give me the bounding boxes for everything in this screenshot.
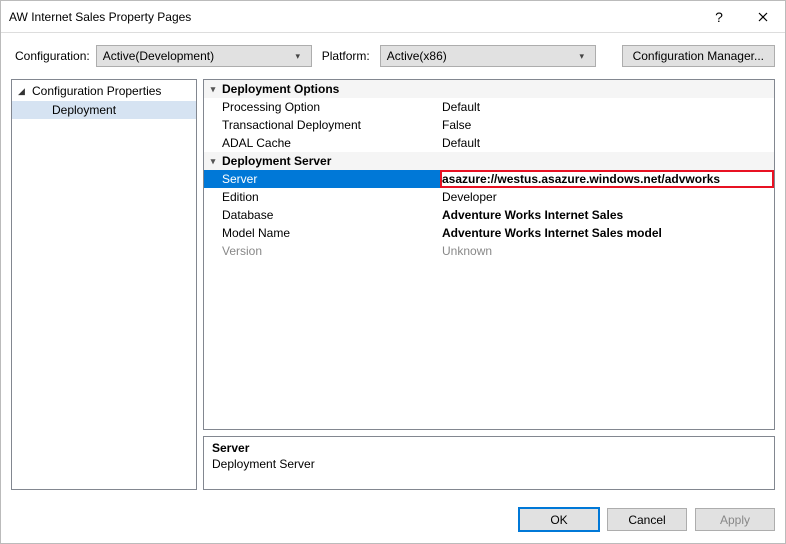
platform-dropdown[interactable]: Active(x86) ▾ [380, 45, 596, 67]
ok-button[interactable]: OK [519, 508, 599, 531]
configuration-label: Configuration: [15, 49, 90, 63]
prop-edition[interactable]: Edition Developer [204, 188, 774, 206]
tree-collapse-icon[interactable]: ◢ [18, 86, 28, 97]
prop-value: Adventure Works Internet Sales [442, 208, 623, 222]
prop-name: Server [222, 172, 257, 186]
prop-name: Model Name [222, 226, 290, 240]
prop-name: ADAL Cache [222, 136, 291, 150]
category-collapse-icon[interactable]: ▾ [211, 84, 216, 95]
prop-adal-cache[interactable]: ADAL Cache Default [204, 134, 774, 152]
prop-model-name[interactable]: Model Name Adventure Works Internet Sale… [204, 224, 774, 242]
cancel-button[interactable]: Cancel [607, 508, 687, 531]
prop-value: Default [442, 100, 480, 114]
prop-value: False [442, 118, 471, 132]
platform-label: Platform: [322, 49, 370, 63]
prop-version: Version Unknown [204, 242, 774, 260]
body-split: ◢ Configuration Properties Deployment ▾ … [1, 79, 785, 498]
tree-root-label: Configuration Properties [32, 84, 161, 98]
description-text: Deployment Server [212, 457, 766, 471]
dialog-buttons: OK Cancel Apply [1, 498, 785, 543]
category-collapse-icon[interactable]: ▾ [211, 156, 216, 167]
prop-value: Adventure Works Internet Sales model [442, 226, 662, 240]
title-bar: AW Internet Sales Property Pages ? [1, 1, 785, 33]
prop-value: Unknown [442, 244, 492, 258]
prop-name: Database [222, 208, 273, 222]
configuration-dropdown[interactable]: Active(Development) ▾ [96, 45, 312, 67]
prop-name: Edition [222, 190, 259, 204]
config-row: Configuration: Active(Development) ▾ Pla… [1, 33, 785, 79]
tree-root-configuration-properties[interactable]: ◢ Configuration Properties [12, 82, 196, 100]
prop-database[interactable]: Database Adventure Works Internet Sales [204, 206, 774, 224]
tree-view[interactable]: ◢ Configuration Properties Deployment [11, 79, 197, 490]
chevron-down-icon: ▾ [573, 51, 591, 62]
prop-name: Processing Option [222, 100, 320, 114]
configuration-manager-button[interactable]: Configuration Manager... [622, 45, 775, 67]
prop-transactional-deployment[interactable]: Transactional Deployment False [204, 116, 774, 134]
category-label: Deployment Server [222, 154, 331, 168]
prop-value: Default [442, 136, 480, 150]
category-deployment-options[interactable]: ▾ Deployment Options [204, 80, 774, 98]
platform-value: Active(x86) [387, 49, 573, 63]
prop-name: Transactional Deployment [222, 118, 361, 132]
help-button[interactable]: ? [697, 2, 741, 32]
close-icon [758, 12, 768, 22]
category-deployment-server[interactable]: ▾ Deployment Server [204, 152, 774, 170]
property-grid[interactable]: ▾ Deployment Options Processing Option D… [203, 79, 775, 430]
window-title: AW Internet Sales Property Pages [9, 10, 697, 24]
configuration-manager-label: Configuration Manager... [633, 49, 764, 63]
property-panel: ▾ Deployment Options Processing Option D… [203, 79, 775, 490]
tree-item-deployment[interactable]: Deployment [12, 101, 196, 119]
chevron-down-icon: ▾ [289, 51, 307, 62]
configuration-value: Active(Development) [103, 49, 289, 63]
close-button[interactable] [741, 2, 785, 32]
prop-value: asazure://westus.asazure.windows.net/adv… [442, 172, 720, 186]
description-panel: Server Deployment Server [203, 436, 775, 490]
prop-processing-option[interactable]: Processing Option Default [204, 98, 774, 116]
description-title: Server [212, 441, 766, 455]
prop-server[interactable]: Server asazure://westus.asazure.windows.… [204, 170, 774, 188]
tree-item-label: Deployment [52, 103, 116, 117]
category-label: Deployment Options [222, 82, 339, 96]
prop-name: Version [222, 244, 262, 258]
prop-value: Developer [442, 190, 497, 204]
apply-button: Apply [695, 508, 775, 531]
